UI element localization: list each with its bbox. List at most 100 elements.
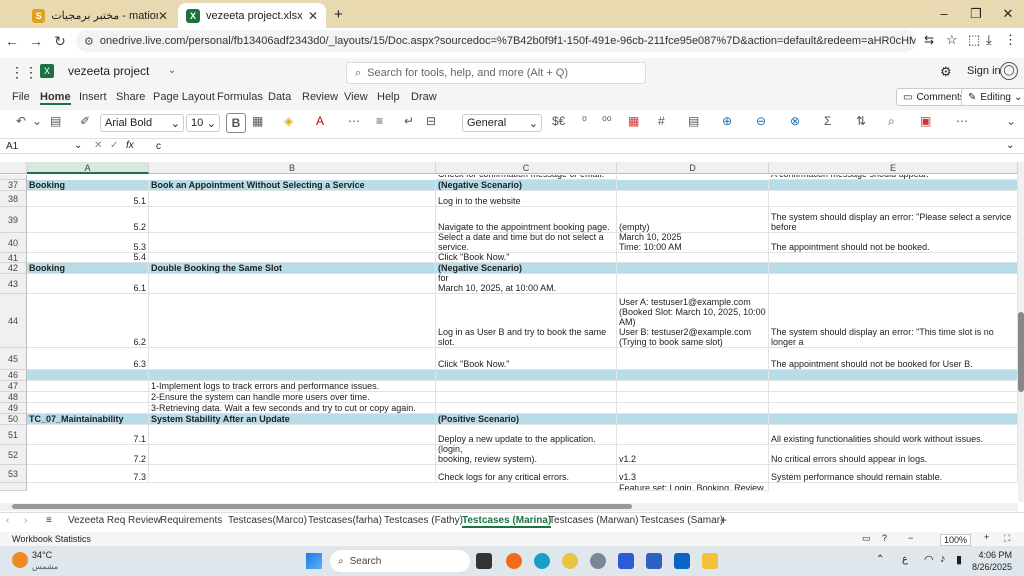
avatar-icon[interactable]: ◯ bbox=[1000, 62, 1018, 80]
cell-c[interactable]: Click "Book Now." bbox=[436, 348, 617, 370]
minimize-icon[interactable]: – bbox=[928, 0, 960, 28]
chrome-browser-icon[interactable] bbox=[562, 553, 578, 569]
cell-c[interactable]: Check logs for any critical errors. bbox=[436, 465, 617, 483]
cell-d[interactable] bbox=[617, 392, 769, 403]
cell-c[interactable]: Navigate to the appointment booking page… bbox=[436, 207, 617, 233]
menu-page-layout[interactable]: Page Layout bbox=[153, 91, 215, 103]
wifi-icon[interactable]: ◠ bbox=[924, 553, 934, 566]
table-row[interactable]: 53 7.3 Check logs for any critical errors.… bbox=[0, 465, 1018, 483]
function-icon[interactable]: fx bbox=[126, 140, 134, 151]
add-sheet-icon[interactable]: + bbox=[720, 513, 727, 527]
browser-tab-1[interactable]: S مختبر برمجيات - mation testing ✕ bbox=[24, 3, 176, 28]
all-sheets-icon[interactable]: ≡ bbox=[46, 515, 52, 526]
cell-a[interactable]: 6.3 bbox=[27, 348, 149, 370]
table-row[interactable]: 37TC_05_Appointment BookingBook an Appoi… bbox=[0, 180, 1018, 191]
sheet-tab[interactable]: Testcases (Fathy) bbox=[384, 515, 463, 526]
chevron-down-icon[interactable]: ⌄ bbox=[168, 65, 176, 76]
cell-c[interactable]: (Positive Scenario) bbox=[436, 414, 617, 425]
new-tab-icon[interactable]: + bbox=[334, 6, 343, 23]
bookmark-star-icon[interactable]: ☆ bbox=[946, 32, 958, 48]
close-tab-icon[interactable]: ✕ bbox=[308, 9, 318, 23]
cell-c[interactable] bbox=[436, 392, 617, 403]
cell-b[interactable] bbox=[149, 274, 436, 294]
language-indicator[interactable]: ع bbox=[902, 554, 908, 565]
cell-e[interactable] bbox=[769, 263, 1018, 274]
row-number[interactable]: 51 bbox=[0, 425, 27, 445]
cell-b[interactable]: 3-Retrieving data. Wait a few seconds an… bbox=[149, 403, 436, 414]
cell-a[interactable]: 5.2 bbox=[27, 207, 149, 233]
weather-icon[interactable] bbox=[12, 552, 28, 568]
cell-b[interactable] bbox=[149, 233, 436, 253]
cell-a[interactable]: TC_05_Appointment Booking bbox=[27, 180, 149, 191]
sheet-tab-active[interactable]: Testcases (Marina) bbox=[462, 515, 552, 528]
cell-d[interactable] bbox=[617, 414, 769, 425]
signin-link[interactable]: Sign in bbox=[967, 65, 1001, 77]
cell-b[interactable]: System Stability After an Update bbox=[149, 414, 436, 425]
cell-d[interactable]: User A: testuser1@example.com (Booked Sl… bbox=[617, 294, 769, 348]
row-number[interactable]: 45 bbox=[0, 348, 27, 370]
cell-d[interactable]: March 10, 2025 Time: 10:00 AM bbox=[617, 233, 769, 253]
font-color-icon[interactable]: A bbox=[316, 114, 324, 128]
row-number[interactable]: 37 bbox=[0, 180, 27, 191]
settings-app-icon[interactable] bbox=[590, 553, 606, 569]
cell-c[interactable]: (Negative Scenario) bbox=[436, 180, 617, 191]
sheet-tab[interactable]: Testcases (Marwan) bbox=[549, 515, 638, 526]
table-row[interactable]: 39 5.2 Navigate to the appointment booking… bbox=[0, 207, 1018, 233]
cell-e[interactable]: The appointment should not be booked. bbox=[769, 233, 1018, 253]
wrap-text-icon[interactable]: ↵ bbox=[404, 114, 414, 128]
zoom-in-icon[interactable]: + bbox=[984, 532, 989, 542]
cell-b[interactable] bbox=[149, 294, 436, 348]
reload-icon[interactable]: ↻ bbox=[48, 33, 72, 50]
cell-d[interactable] bbox=[617, 403, 769, 414]
find-icon[interactable]: ⌕ bbox=[888, 114, 895, 129]
cell-c[interactable] bbox=[436, 370, 617, 381]
cell-a[interactable]: 5.3 bbox=[27, 233, 149, 253]
fullscreen-icon[interactable]: ⛶ bbox=[1004, 533, 1010, 544]
battery-icon[interactable]: ▮ bbox=[956, 553, 962, 566]
row-number[interactable]: 46 bbox=[0, 370, 27, 381]
maximize-icon[interactable]: ❐ bbox=[960, 0, 992, 28]
cell-e[interactable]: System performance should remain stable. bbox=[769, 465, 1018, 483]
cell-e[interactable] bbox=[769, 414, 1018, 425]
menu-formulas[interactable]: Formulas bbox=[217, 91, 263, 103]
format-cells-icon[interactable]: ⊗ bbox=[790, 114, 800, 128]
linkedin-icon[interactable] bbox=[674, 553, 690, 569]
bold-button[interactable]: B bbox=[226, 113, 246, 133]
vertical-scrollbar[interactable] bbox=[1018, 162, 1024, 502]
cell-a[interactable] bbox=[27, 392, 149, 403]
cell-d[interactable] bbox=[617, 253, 769, 263]
table-row[interactable]: 48 2-Ensure the system can handle more us… bbox=[0, 392, 1018, 403]
volume-icon[interactable]: ♪ bbox=[940, 553, 946, 565]
fill-color-icon[interactable]: ◈ bbox=[284, 114, 293, 128]
translate-icon[interactable]: ⇆ bbox=[924, 33, 934, 47]
row-number[interactable]: 41 bbox=[0, 253, 27, 263]
store-icon[interactable] bbox=[646, 553, 662, 569]
currency-icon[interactable]: $€ bbox=[552, 114, 565, 128]
menu-insert[interactable]: Insert bbox=[79, 91, 107, 103]
cell-e[interactable] bbox=[769, 392, 1018, 403]
row-number[interactable] bbox=[0, 483, 27, 491]
cell-c[interactable]: Log in to the website bbox=[436, 191, 617, 207]
table-row[interactable]: 49 3-Retrieving data. Wait a few seconds … bbox=[0, 403, 1018, 414]
cell-a[interactable]: 5.4 bbox=[27, 253, 149, 263]
formula-input[interactable]: c bbox=[156, 141, 161, 152]
menu-view[interactable]: View bbox=[344, 91, 368, 103]
sheet-tab[interactable]: Testcases(Marco) bbox=[228, 515, 307, 526]
cell-e[interactable] bbox=[769, 370, 1018, 381]
cell-c[interactable]: Click "Book Now." bbox=[436, 253, 617, 263]
column-header-d[interactable]: D bbox=[617, 162, 769, 174]
cell-d[interactable] bbox=[617, 381, 769, 392]
row-number[interactable]: 43 bbox=[0, 274, 27, 294]
app-launcher-icon[interactable]: ⋮⋮ bbox=[10, 64, 38, 81]
row-number[interactable]: 40 bbox=[0, 233, 27, 253]
menu-file[interactable]: File bbox=[12, 91, 30, 103]
windows-start-icon[interactable] bbox=[306, 553, 322, 569]
borders-icon[interactable]: ▦ bbox=[252, 114, 263, 128]
chevron-up-icon[interactable]: ⌃ bbox=[876, 554, 884, 565]
cell-c[interactable]: Perform a smoke test on key features (lo… bbox=[436, 445, 617, 465]
cell-e[interactable]: No critical errors should appear in logs… bbox=[769, 445, 1018, 465]
site-info-icon[interactable]: ⚙ bbox=[84, 35, 94, 48]
menu-help[interactable]: Help bbox=[377, 91, 400, 103]
cell-e[interactable] bbox=[769, 191, 1018, 207]
download-icon[interactable]: ⤓ bbox=[986, 32, 992, 48]
